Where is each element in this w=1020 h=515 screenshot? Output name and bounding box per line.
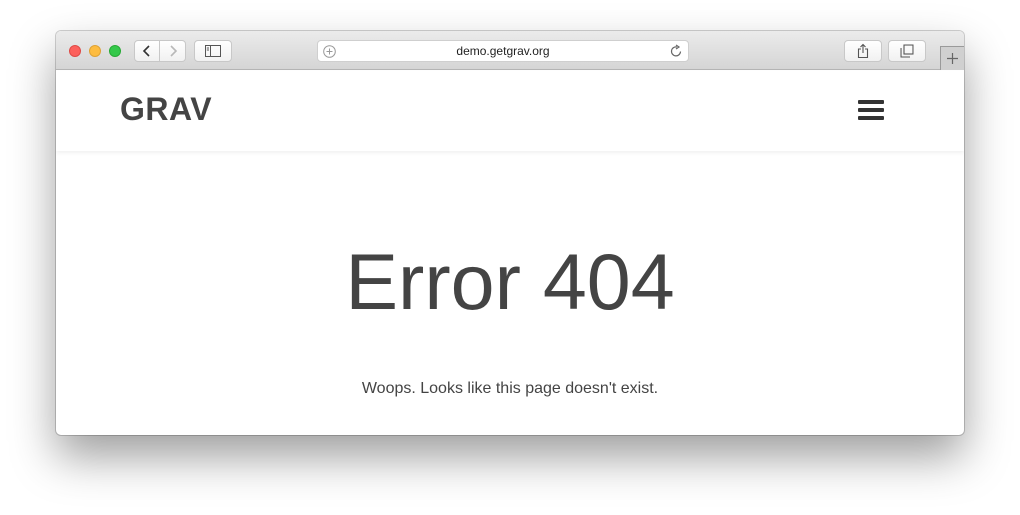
hamburger-menu-icon[interactable] bbox=[858, 99, 884, 123]
site-header: GRAV bbox=[56, 71, 964, 151]
forward-button[interactable] bbox=[160, 40, 186, 62]
new-tab-button[interactable] bbox=[940, 46, 964, 70]
address-bar[interactable]: demo.getgrav.org bbox=[317, 40, 689, 62]
address-url[interactable]: demo.getgrav.org bbox=[318, 44, 688, 58]
reload-icon[interactable] bbox=[670, 44, 683, 58]
tabs-icon bbox=[900, 44, 914, 58]
sidebar-icon bbox=[205, 45, 221, 57]
maximize-window-button[interactable] bbox=[109, 45, 121, 57]
browser-window: demo.getgrav.org GRAV Error 404 Woops. L… bbox=[56, 31, 964, 435]
menu-bar bbox=[858, 108, 884, 112]
error-heading: Error 404 bbox=[345, 237, 675, 326]
share-icon bbox=[857, 43, 869, 59]
site-logo[interactable]: GRAV bbox=[120, 91, 212, 128]
close-window-button[interactable] bbox=[69, 45, 81, 57]
menu-bar bbox=[858, 116, 884, 120]
share-button[interactable] bbox=[844, 40, 882, 62]
back-icon bbox=[142, 45, 150, 57]
menu-bar bbox=[858, 100, 884, 104]
page-content: Error 404 Woops. Looks like this page do… bbox=[56, 152, 964, 435]
new-tab-icon bbox=[947, 53, 958, 64]
sidebar-button[interactable] bbox=[194, 40, 232, 62]
minimize-window-button[interactable] bbox=[89, 45, 101, 57]
back-button[interactable] bbox=[134, 40, 160, 62]
show-tabs-button[interactable] bbox=[888, 40, 926, 62]
browser-toolbar: demo.getgrav.org bbox=[56, 31, 964, 70]
forward-icon bbox=[169, 45, 177, 57]
error-message: Woops. Looks like this page doesn't exis… bbox=[361, 380, 659, 397]
